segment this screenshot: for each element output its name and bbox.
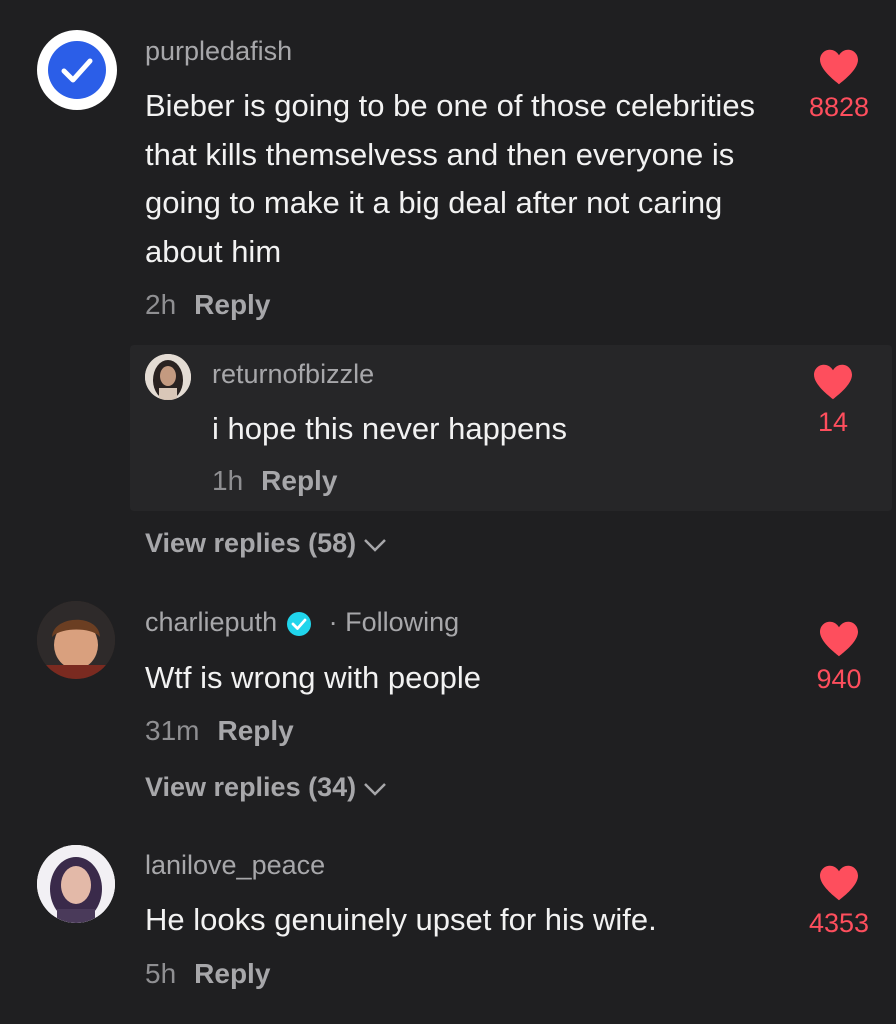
following-label[interactable]: · Following bbox=[329, 607, 460, 637]
username-text: charlieputh bbox=[145, 607, 278, 637]
verified-icon bbox=[287, 611, 312, 636]
like-button[interactable]: 4353 bbox=[794, 864, 884, 939]
comment-text: He looks genuinely upset for his wife. bbox=[145, 902, 657, 937]
avatar-photo bbox=[37, 845, 115, 923]
chevron-down-icon bbox=[364, 538, 386, 552]
comment-meta: 1h Reply bbox=[212, 465, 337, 497]
heart-icon bbox=[820, 49, 858, 85]
heart-icon bbox=[820, 865, 858, 901]
heart-icon bbox=[814, 364, 852, 400]
comment-text: i hope this never happens bbox=[212, 411, 568, 446]
heart-icon bbox=[820, 621, 858, 657]
comment-time: 5h bbox=[145, 958, 177, 989]
comment-meta: 31m Reply bbox=[145, 715, 294, 747]
comment-time: 2h bbox=[145, 289, 177, 320]
view-replies-label: View replies (58) bbox=[145, 528, 357, 558]
avatar[interactable] bbox=[37, 30, 117, 110]
avatar[interactable] bbox=[37, 845, 115, 923]
like-count: 14 bbox=[817, 407, 849, 437]
reply-button[interactable]: Reply bbox=[261, 465, 337, 496]
comment-username[interactable]: purpledafish bbox=[145, 36, 292, 67]
reply-button[interactable]: Reply bbox=[217, 715, 293, 746]
like-button[interactable]: 8828 bbox=[794, 48, 884, 123]
like-button[interactable]: 940 bbox=[794, 620, 884, 695]
reply-thread: returnofbizzle i hope this never happens… bbox=[130, 345, 892, 511]
comment-time: 1h bbox=[212, 465, 244, 496]
comment-meta: 5h Reply bbox=[145, 958, 270, 990]
like-button[interactable]: 14 bbox=[788, 363, 878, 438]
avatar[interactable] bbox=[145, 354, 191, 400]
reply-button[interactable]: Reply bbox=[194, 958, 270, 989]
comment-username[interactable]: lanilove_peace bbox=[145, 850, 325, 881]
view-replies-button[interactable]: View replies (58) bbox=[145, 528, 388, 559]
comment-time: 31m bbox=[145, 715, 200, 746]
check-icon bbox=[48, 41, 106, 99]
chevron-down-icon bbox=[364, 782, 386, 796]
comment-text: Wtf is wrong with people bbox=[145, 660, 481, 695]
avatar[interactable] bbox=[37, 601, 115, 679]
comment-text: Bieber is going to be one of those celeb… bbox=[145, 88, 756, 269]
view-replies-label: View replies (34) bbox=[145, 772, 357, 802]
avatar-photo bbox=[37, 601, 115, 679]
comment-meta: 2h Reply bbox=[145, 289, 270, 321]
like-count: 8828 bbox=[808, 92, 870, 122]
avatar-photo bbox=[145, 354, 191, 400]
comment-username[interactable]: charlieputh · Following bbox=[145, 607, 459, 638]
like-count: 940 bbox=[816, 664, 862, 694]
comment-username[interactable]: returnofbizzle bbox=[212, 359, 374, 390]
like-count: 4353 bbox=[808, 908, 870, 938]
reply-button[interactable]: Reply bbox=[194, 289, 270, 320]
comments-page: purpledafish Bieber is going to be one o… bbox=[0, 0, 896, 1024]
view-replies-button[interactable]: View replies (34) bbox=[145, 772, 388, 803]
